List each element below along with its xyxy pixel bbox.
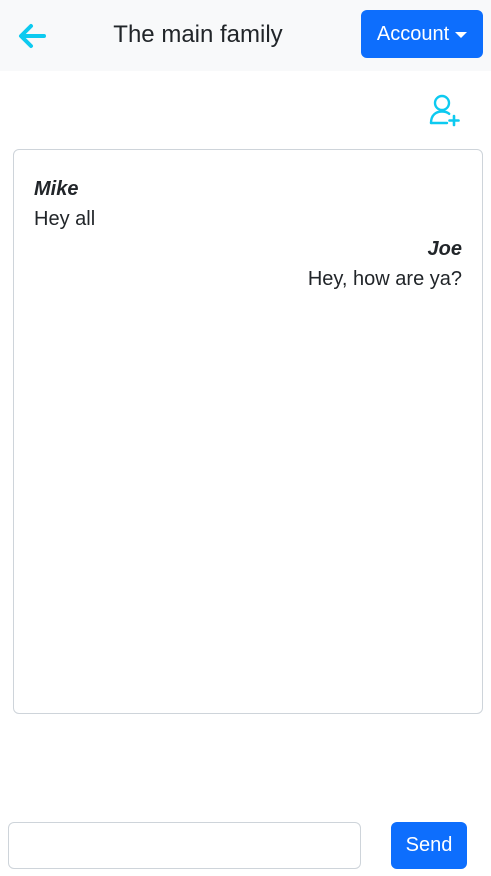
page-title: The main family xyxy=(113,21,283,48)
chat-message: Joe Hey, how are ya? xyxy=(34,234,462,294)
message-text: Hey all xyxy=(34,208,96,230)
top-navbar: The main family Account xyxy=(0,0,491,71)
chat-page: The main family Account Mike Hey all Joe… xyxy=(0,0,491,876)
account-label: Account xyxy=(376,22,450,45)
person-plus-icon xyxy=(429,94,460,127)
send-button[interactable]: Send xyxy=(391,822,467,869)
add-member-button[interactable] xyxy=(426,92,462,128)
message-text: Hey, how are ya? xyxy=(307,268,462,290)
message-input[interactable] xyxy=(8,822,361,869)
send-label: Send xyxy=(405,834,453,856)
chat-messages-box[interactable]: Mike Hey all Joe Hey, how are ya? xyxy=(13,149,483,714)
back-button[interactable] xyxy=(14,20,50,52)
message-sender: Mike xyxy=(34,178,79,200)
arrow-left-icon xyxy=(19,24,46,48)
account-dropdown-button[interactable]: Account xyxy=(361,10,483,58)
caret-down-icon xyxy=(455,31,468,38)
chat-message: Mike Hey all xyxy=(34,174,462,234)
message-sender: Joe xyxy=(427,238,462,260)
